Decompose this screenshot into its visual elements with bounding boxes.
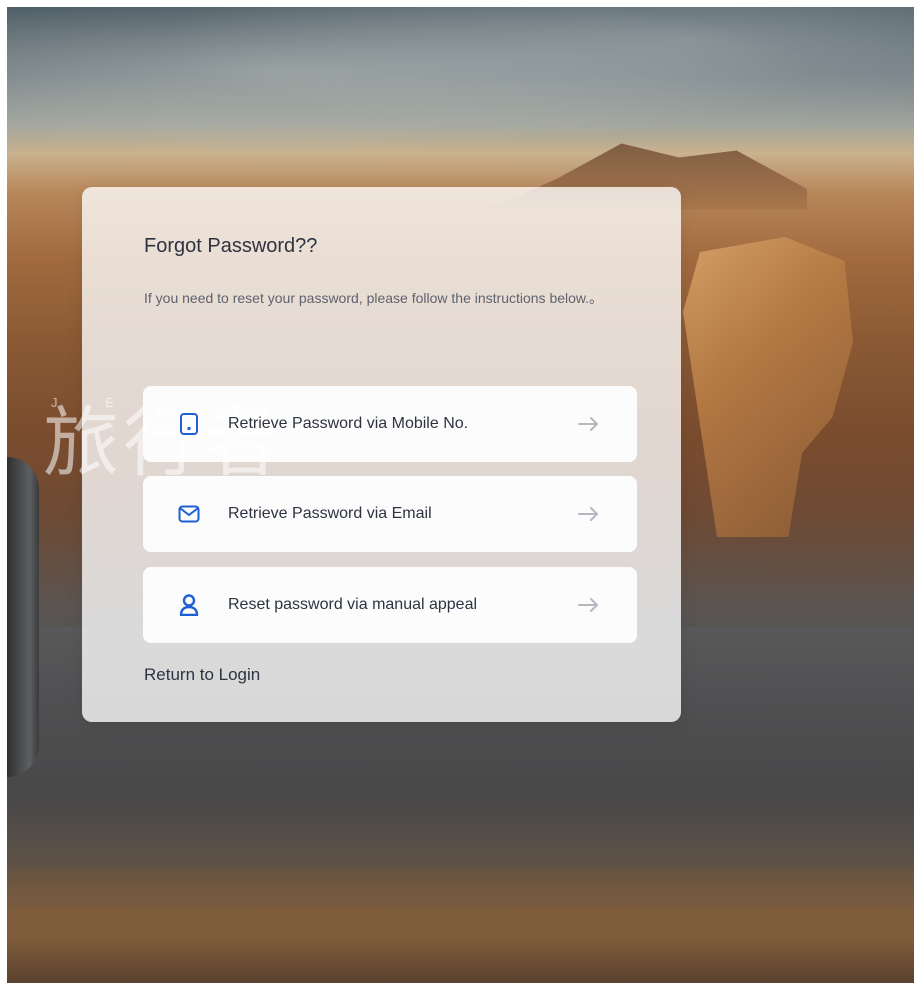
user-icon bbox=[177, 593, 201, 617]
arrow-right-icon bbox=[577, 506, 601, 522]
arrow-right-icon bbox=[577, 416, 601, 432]
retrieve-via-mobile-button[interactable]: Retrieve Password via Mobile No. bbox=[143, 386, 637, 462]
page-frame: J E 旅行者 Forgot Password?? If you need to… bbox=[7, 7, 914, 983]
option-label: Retrieve Password via Email bbox=[228, 505, 432, 522]
return-to-login-link[interactable]: Return to Login bbox=[144, 665, 260, 685]
option-label: Retrieve Password via Mobile No. bbox=[228, 415, 469, 432]
retrieve-via-email-button[interactable]: Retrieve Password via Email bbox=[143, 476, 637, 552]
mobile-phone-icon bbox=[177, 412, 201, 436]
background-car bbox=[7, 457, 39, 777]
instructions-text: If you need to reset your password, plea… bbox=[144, 290, 604, 306]
forgot-password-card: Forgot Password?? If you need to reset y… bbox=[82, 187, 681, 722]
arrow-right-icon bbox=[577, 597, 601, 613]
background-sky bbox=[7, 7, 914, 167]
page-title: Forgot Password?? bbox=[144, 235, 318, 257]
envelope-icon bbox=[177, 502, 201, 526]
reset-via-manual-appeal-button[interactable]: Reset password via manual appeal bbox=[143, 567, 637, 643]
background-road-edge bbox=[7, 867, 914, 983]
option-label: Reset password via manual appeal bbox=[228, 596, 478, 613]
